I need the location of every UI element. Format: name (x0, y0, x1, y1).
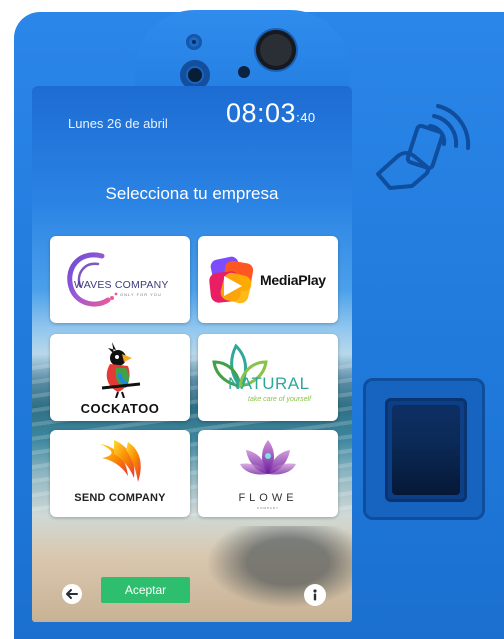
mediaplay-logo-icon (209, 256, 254, 304)
background-rocks (192, 526, 352, 616)
company-tagline: COMPANY (257, 506, 279, 510)
company-card-cockatoo[interactable]: COCKATOO (50, 334, 190, 421)
company-name: SEND COMPANY (74, 492, 166, 504)
back-button[interactable] (62, 584, 82, 604)
sensor-icon (186, 34, 202, 50)
back-arrow-icon (66, 589, 78, 599)
info-icon (313, 589, 317, 601)
clock: 08:03:40 (226, 98, 316, 129)
fingerprint-sensor-glass (392, 405, 460, 495)
cockatoo-logo-icon (101, 342, 141, 398)
send-bird-logo-icon (100, 440, 141, 482)
company-tagline: take care of yourself (248, 396, 312, 403)
date-label: Lunes 26 de abril (68, 116, 168, 131)
touch-screen: Lunes 26 de abril 08:03:40 Selecciona tu… (32, 86, 352, 622)
company-name: MediaPlay (260, 272, 326, 288)
company-card-flowe[interactable]: FLOWE COMPANY (198, 430, 338, 517)
clock-seconds: :40 (296, 110, 316, 125)
device-camera-housing (135, 10, 350, 90)
flowe-lotus-logo-icon (240, 440, 296, 475)
company-card-mediaplay[interactable]: MediaPlay (198, 236, 338, 323)
company-name-part-b: Play (298, 272, 326, 288)
company-card-waves[interactable]: WAVES COMPANY ONLY FOR YOU (50, 236, 190, 323)
company-card-natural[interactable]: NATURAL take care of yourself (198, 334, 338, 421)
company-name: NATURAL (228, 374, 310, 393)
nfc-contactless-icon (376, 104, 471, 190)
company-tagline: ONLY FOR YOU (120, 292, 162, 297)
indicator-light-icon (238, 66, 250, 78)
company-name: FLOWE (238, 492, 298, 504)
main-camera-icon (256, 30, 296, 70)
company-name: COCKATOO (80, 401, 160, 416)
page-title: Selecciona tu empresa (105, 184, 279, 203)
accept-button[interactable]: Aceptar (101, 577, 190, 603)
company-name-part-a: Media (260, 272, 299, 288)
clock-hours-minutes: 08:03 (226, 98, 297, 128)
company-name: WAVES COMPANY (74, 279, 169, 291)
info-button[interactable] (304, 584, 326, 606)
company-card-send[interactable]: SEND COMPANY (50, 430, 190, 517)
